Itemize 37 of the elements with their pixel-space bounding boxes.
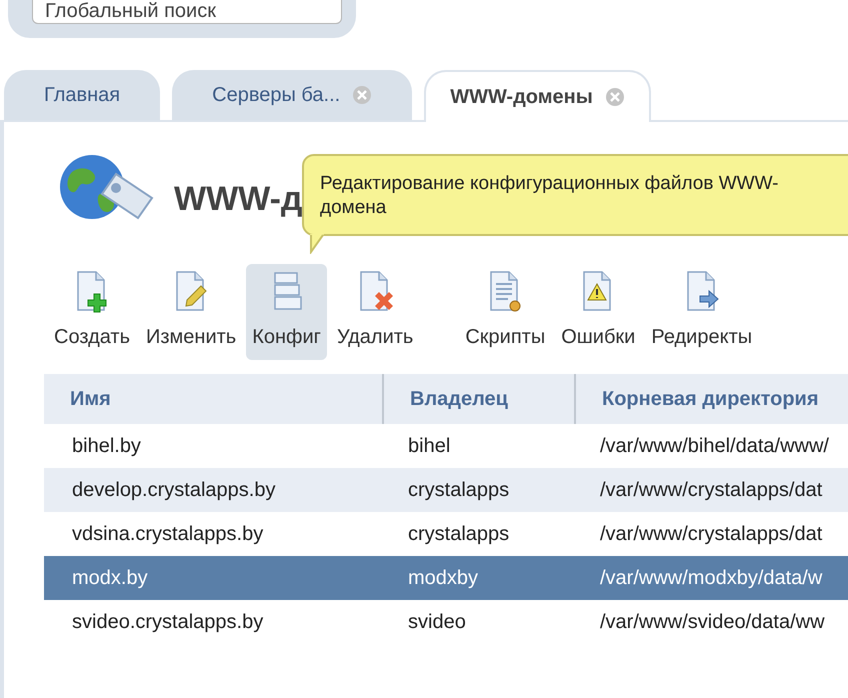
table-cell-text: develop.crystalapps.by (71, 478, 276, 503)
page-title: WWW-д (174, 178, 302, 220)
table-cell-text: /var/www/svideo/data/ww (599, 610, 826, 635)
tab[interactable]: Главная (4, 70, 160, 120)
toolbar-button[interactable]: Конфиг (246, 264, 327, 360)
table-cell-text: svideo.crystalapps.by (71, 610, 264, 635)
tab-label: Главная (44, 83, 120, 108)
close-icon[interactable] (604, 87, 625, 107)
table-cell-text: bihel (407, 434, 452, 459)
toolbar-button[interactable]: Скрипты (459, 264, 552, 360)
tab-label: Серверы ба... (212, 83, 340, 108)
table-cell-text: svideo (407, 610, 467, 635)
toolbar-button[interactable]: Удалить (330, 264, 420, 360)
toolbar-button[interactable]: Создать (48, 264, 136, 360)
table-cell-text: bihel.by (71, 434, 142, 459)
column-header[interactable]: Имя (44, 374, 382, 424)
toolbar-button[interactable]: Изменить (140, 264, 242, 360)
table-cell-text: vdsina.crystalapps.by (71, 522, 264, 547)
table-cell-text: /var/www/crystalapps/dat (599, 522, 824, 547)
tooltip-text: Редактирование конфигурационных файлов WWW- (320, 172, 779, 196)
tab-label: WWW-домены (450, 85, 593, 110)
table-cell-text: modxby (407, 566, 480, 591)
table-cell-text: /var/www/modxby/data/w (599, 566, 824, 591)
table-cell-text: crystalapps (407, 478, 510, 503)
table-row[interactable]: develop.crystalapps.by crystalapps /var/www/crystalapps/dat (44, 468, 848, 512)
table-cell-text: crystalapps (407, 522, 510, 547)
search-field[interactable]: Глобальный поиск (32, 0, 342, 24)
tab[interactable]: WWW-домены (424, 70, 651, 122)
tab[interactable]: Серверы ба... (172, 70, 412, 120)
table-row[interactable]: modx.by modxby /var/www/modxby/data/w (44, 556, 848, 600)
toolbar-button[interactable]: Редиректы (645, 264, 758, 360)
close-icon[interactable] (352, 85, 372, 105)
table-cell-text: modx.by (71, 566, 149, 591)
toolbar-button[interactable]: Ошибки (555, 264, 642, 360)
tooltip-text: домена (320, 196, 386, 220)
table-cell-text: /var/www/bihel/data/www/ (599, 434, 830, 459)
table-cell-text: /var/www/crystalapps/dat (599, 478, 824, 503)
